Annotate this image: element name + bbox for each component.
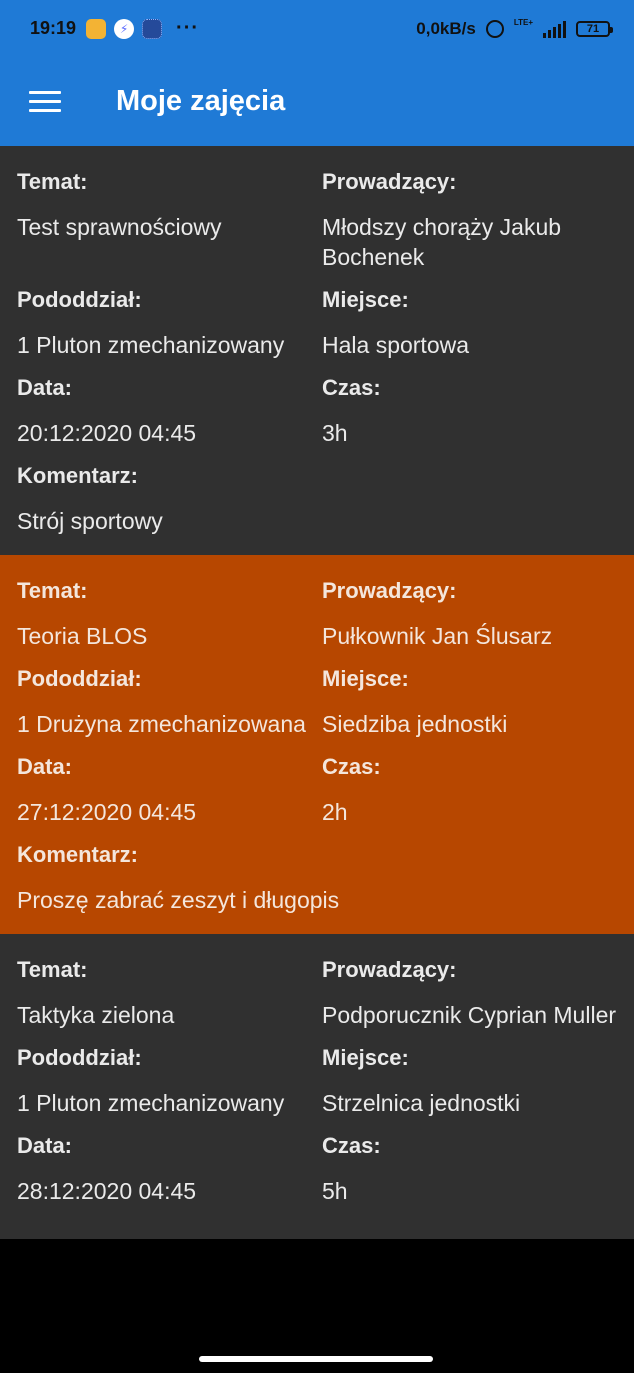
network-speed: 0,0kB/s	[416, 18, 476, 38]
class-card[interactable]: Temat: Taktyka zielona Prowadzący: Podporu…	[0, 934, 634, 1239]
duration-value: 2h	[322, 799, 348, 825]
topic-value: Test sprawnościowy	[17, 214, 222, 240]
instructor-value: Pułkownik Jan Ślusarz	[322, 623, 553, 649]
comment-value: Strój sportowy	[17, 508, 163, 534]
comment-label: Komentarz:	[17, 463, 139, 488]
topic-value: Taktyka zielona	[17, 1002, 175, 1028]
unit-label: Pododdział:	[17, 287, 142, 312]
unit-label: Pododdział:	[17, 1045, 142, 1070]
topic-label: Temat:	[17, 578, 88, 603]
app-bar: Moje zajęcia	[0, 57, 634, 146]
place-value: Siedziba jednostki	[322, 711, 508, 737]
battery-icon: 71	[576, 20, 613, 37]
date-label: Data:	[17, 375, 73, 400]
place-value: Strzelnica jednostki	[322, 1090, 521, 1116]
classes-list[interactable]: Temat: Test sprawnościowy Prowadzący: Młod…	[0, 146, 634, 1346]
notes-icon	[86, 18, 107, 39]
status-time: 19:19	[30, 18, 77, 38]
messenger-icon: ⚡	[114, 18, 135, 39]
instructor-label: Prowadzący:	[322, 578, 457, 603]
status-bar: 19:19 ⚡ ··· 0,0kB/s LTE+ 71	[0, 0, 634, 57]
class-card[interactable]: Temat: Test sprawnościowy Prowadzący: Młod…	[0, 146, 634, 555]
more-icon: ···	[176, 17, 200, 39]
network-type: LTE+	[513, 18, 533, 27]
instructor-label: Prowadzący:	[322, 957, 457, 982]
duration-label: Czas:	[322, 375, 381, 400]
class-card-highlighted[interactable]: Temat: Teoria BLOS Prowadzący: Pułkownik J…	[0, 555, 634, 934]
duration-label: Czas:	[322, 754, 381, 779]
topic-label: Temat:	[17, 169, 88, 194]
duration-label: Czas:	[322, 1133, 381, 1158]
instructor-label: Prowadzący:	[322, 169, 457, 194]
duration-value: 5h	[322, 1178, 348, 1204]
system-navigation-bar	[0, 1346, 634, 1373]
date-label: Data:	[17, 1133, 73, 1158]
instructor-value: Podporucznik Cyprian Muller	[322, 1002, 617, 1028]
battery-level: 71	[586, 22, 600, 35]
topic-label: Temat:	[17, 957, 88, 982]
home-gesture-handle[interactable]	[199, 1356, 433, 1362]
alarm-icon	[485, 19, 504, 38]
date-value: 27:12:2020 04:45	[17, 799, 197, 825]
place-label: Miejsce:	[322, 666, 409, 691]
instructor-value: Młodszy chorąży Jakub Bochenek	[322, 214, 562, 270]
topic-value: Teoria BLOS	[17, 623, 148, 649]
duration-value: 3h	[322, 420, 348, 446]
date-value: 28:12:2020 04:45	[17, 1178, 197, 1204]
unit-label: Pododdział:	[17, 666, 142, 691]
comment-value: Proszę zabrać zeszyt i długopis	[17, 887, 340, 913]
place-label: Miejsce:	[322, 1045, 409, 1070]
date-value: 20:12:2020 04:45	[17, 420, 197, 446]
unit-value: 1 Drużyna zmechanizowana	[17, 711, 306, 737]
place-value: Hala sportowa	[322, 332, 470, 358]
comment-label: Komentarz:	[17, 842, 139, 867]
unit-value: 1 Pluton zmechanizowany	[17, 1090, 285, 1116]
signal-icon	[543, 20, 566, 38]
unit-value: 1 Pluton zmechanizowany	[17, 332, 285, 358]
place-label: Miejsce:	[322, 287, 409, 312]
date-label: Data:	[17, 754, 73, 779]
page-title: Moje zajęcia	[116, 85, 286, 117]
app-icon	[142, 18, 163, 39]
hamburger-menu-icon[interactable]	[29, 90, 61, 113]
